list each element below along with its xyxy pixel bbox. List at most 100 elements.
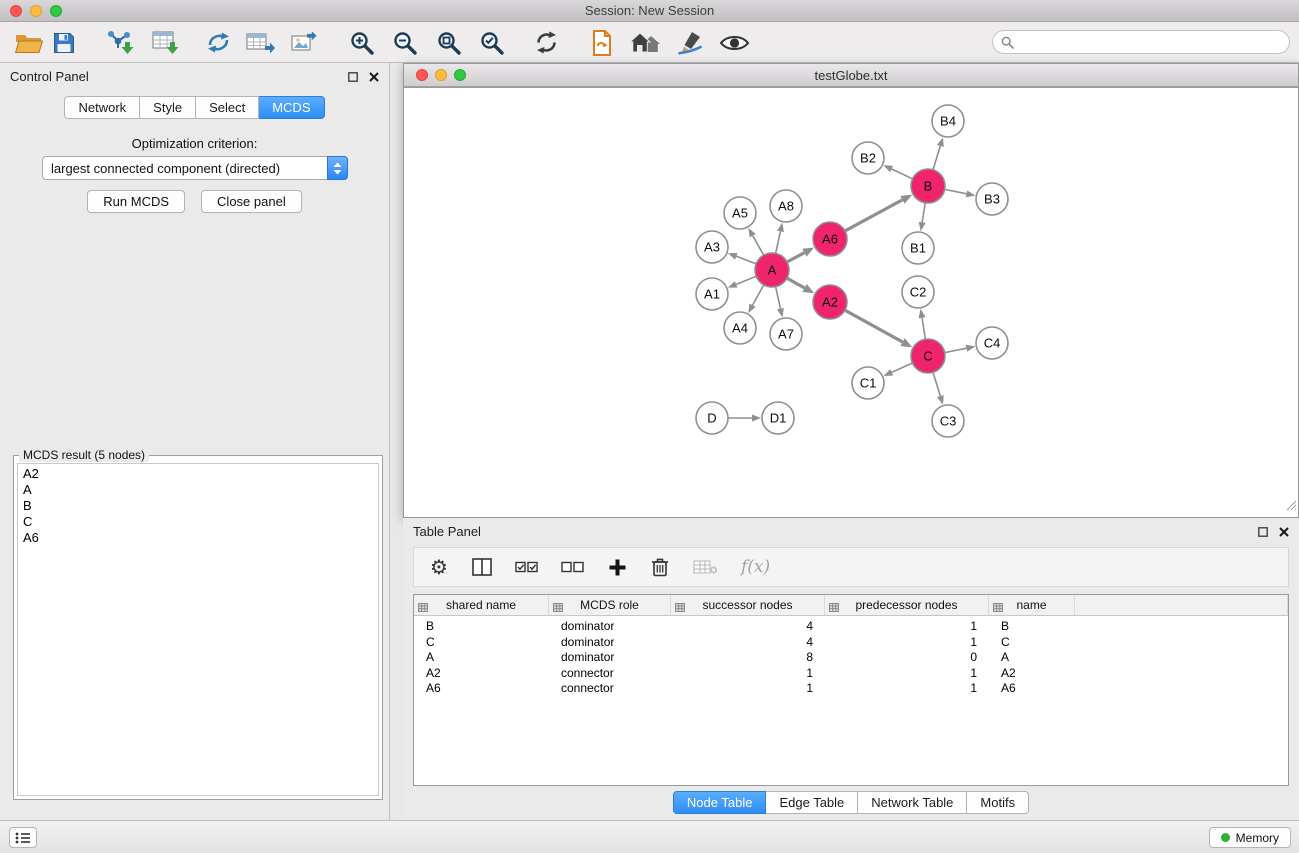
- zoom-out-button[interactable]: [387, 26, 423, 59]
- column-header-successor-nodes[interactable]: successor nodes: [671, 595, 825, 616]
- table-cell: connector: [549, 681, 671, 697]
- function-builder-button[interactable]: f(x): [741, 557, 770, 577]
- graph-node-label: A5: [732, 206, 748, 221]
- close-panel-button[interactable]: [369, 72, 379, 82]
- close-window-button[interactable]: [10, 5, 22, 17]
- graph-edge-arrowhead: [919, 309, 926, 318]
- tab-mcds[interactable]: MCDS: [259, 96, 324, 119]
- graph-edge-A2-C[interactable]: [845, 310, 903, 342]
- column-header-predecessor-nodes[interactable]: predecessor nodes: [825, 595, 989, 616]
- tab-edge-table[interactable]: Edge Table: [766, 791, 858, 814]
- graph-edge-A-A1[interactable]: [736, 276, 756, 284]
- export-network-button[interactable]: [200, 26, 236, 59]
- table-row[interactable]: Adominator80A: [414, 650, 1288, 666]
- tab-network[interactable]: Network: [64, 96, 140, 119]
- zoom-in-button[interactable]: [344, 26, 380, 59]
- graph-node-label: C2: [910, 285, 927, 300]
- graph-edge-B-B3[interactable]: [945, 189, 967, 193]
- graph-edge-C-C4[interactable]: [945, 348, 967, 352]
- zoom-window-button[interactable]: [50, 5, 62, 17]
- graph-edge-A-A5[interactable]: [753, 236, 764, 256]
- import-network-button[interactable]: [102, 26, 138, 59]
- zoom-fit-button[interactable]: [431, 26, 467, 59]
- float-panel-button[interactable]: [348, 72, 358, 82]
- graph-node-label: A8: [778, 199, 794, 214]
- titlebar: Session: New Session: [0, 0, 1299, 22]
- table-cell: B: [414, 616, 549, 635]
- network-canvas[interactable]: B4B2BB3A5A8A6B1A3AC2A1A2A4A7CC4C1C3DD1: [404, 88, 1298, 517]
- network-close-button[interactable]: [416, 69, 428, 81]
- create-column-button[interactable]: [607, 559, 627, 576]
- network-window-titlebar[interactable]: testGlobe.txt: [404, 64, 1298, 87]
- show-columns-button[interactable]: [472, 558, 492, 576]
- mcds-result-list[interactable]: A2ABCA6: [17, 463, 379, 796]
- graph-edge-B-B4[interactable]: [933, 146, 940, 170]
- graph-edge-A-A4[interactable]: [753, 285, 764, 305]
- export-image-button[interactable]: [286, 26, 322, 59]
- tab-network-table[interactable]: Network Table: [858, 791, 967, 814]
- memory-button[interactable]: Memory: [1209, 827, 1291, 848]
- column-header-shared-name[interactable]: shared name: [414, 595, 549, 616]
- minimize-window-button[interactable]: [30, 5, 42, 17]
- node-table[interactable]: shared nameMCDS rolesuccessor nodesprede…: [413, 594, 1289, 786]
- apply-layout-button[interactable]: [584, 26, 620, 59]
- graph-edge-A-A6[interactable]: [787, 253, 804, 262]
- float-table-panel-button[interactable]: [1258, 527, 1268, 537]
- graph-edge-B-B1[interactable]: [922, 203, 925, 223]
- graph-edge-A6-B[interactable]: [845, 200, 903, 231]
- table-row[interactable]: Cdominator41C: [414, 635, 1288, 651]
- graph-node-label: A2: [822, 295, 838, 310]
- tab-select[interactable]: Select: [196, 96, 259, 119]
- unselect-all-columns-button[interactable]: [561, 561, 584, 573]
- delete-table-button[interactable]: [693, 559, 718, 575]
- graph-edge-C-C1[interactable]: [892, 363, 913, 372]
- task-history-button[interactable]: [9, 827, 37, 848]
- tab-style[interactable]: Style: [140, 96, 196, 119]
- save-session-button[interactable]: [46, 26, 82, 59]
- home-neighbors-button[interactable]: [628, 26, 664, 59]
- export-table-button[interactable]: [242, 26, 278, 59]
- tab-motifs[interactable]: Motifs: [967, 791, 1029, 814]
- resize-grip-icon[interactable]: [1286, 498, 1297, 516]
- fx-label: f(x): [741, 557, 770, 577]
- optimization-criterion-select[interactable]: largest connected component (directed): [42, 156, 348, 180]
- style-brush-button[interactable]: [672, 26, 708, 59]
- table-row[interactable]: A2connector11A2: [414, 666, 1288, 682]
- select-all-columns-button[interactable]: [515, 561, 538, 573]
- tab-node-table[interactable]: Node Table: [673, 791, 767, 814]
- zoom-selected-button[interactable]: [474, 26, 510, 59]
- table-row[interactable]: A6connector11A6: [414, 681, 1288, 697]
- graph-edge-C-C3[interactable]: [933, 372, 940, 396]
- show-hide-details-button[interactable]: [716, 26, 752, 59]
- table-cell: connector: [549, 666, 671, 682]
- table-toolbar: ⚙: [413, 547, 1289, 587]
- run-mcds-button[interactable]: Run MCDS: [87, 190, 185, 213]
- open-session-button[interactable]: [10, 26, 46, 59]
- refresh-view-button[interactable]: [528, 26, 564, 59]
- graph-edge-arrowhead: [748, 228, 755, 238]
- close-table-panel-button[interactable]: [1279, 527, 1289, 537]
- graph-edge-A-A7[interactable]: [776, 287, 781, 309]
- delete-columns-button[interactable]: [650, 557, 670, 577]
- graph-edge-B-B2[interactable]: [892, 169, 913, 179]
- close-panel-action-button[interactable]: Close panel: [201, 190, 302, 213]
- import-table-button[interactable]: [148, 26, 184, 59]
- search-input[interactable]: [1019, 35, 1281, 50]
- graph-node-label: A3: [704, 240, 720, 255]
- network-minimize-button[interactable]: [435, 69, 447, 81]
- column-header-mcds-role[interactable]: MCDS role: [549, 595, 671, 616]
- result-item: A2: [23, 466, 373, 482]
- search-box[interactable]: [992, 30, 1290, 54]
- table-settings-button[interactable]: ⚙: [429, 557, 449, 577]
- result-item: C: [23, 514, 373, 530]
- table-cell: 1: [825, 616, 989, 635]
- graph-edge-A-A3[interactable]: [736, 256, 756, 264]
- graph-edge-A-A8[interactable]: [776, 231, 781, 253]
- network-canvas-area[interactable]: B4B2BB3A5A8A6B1A3AC2A1A2A4A7CC4C1C3DD1: [404, 87, 1298, 517]
- graph-node-label: C1: [860, 376, 877, 391]
- column-header-name[interactable]: name: [989, 595, 1075, 616]
- graph-edge-C-C2[interactable]: [922, 318, 925, 340]
- graph-edge-A-A2[interactable]: [787, 278, 805, 288]
- network-zoom-button[interactable]: [454, 69, 466, 81]
- table-row[interactable]: Bdominator41B: [414, 616, 1288, 635]
